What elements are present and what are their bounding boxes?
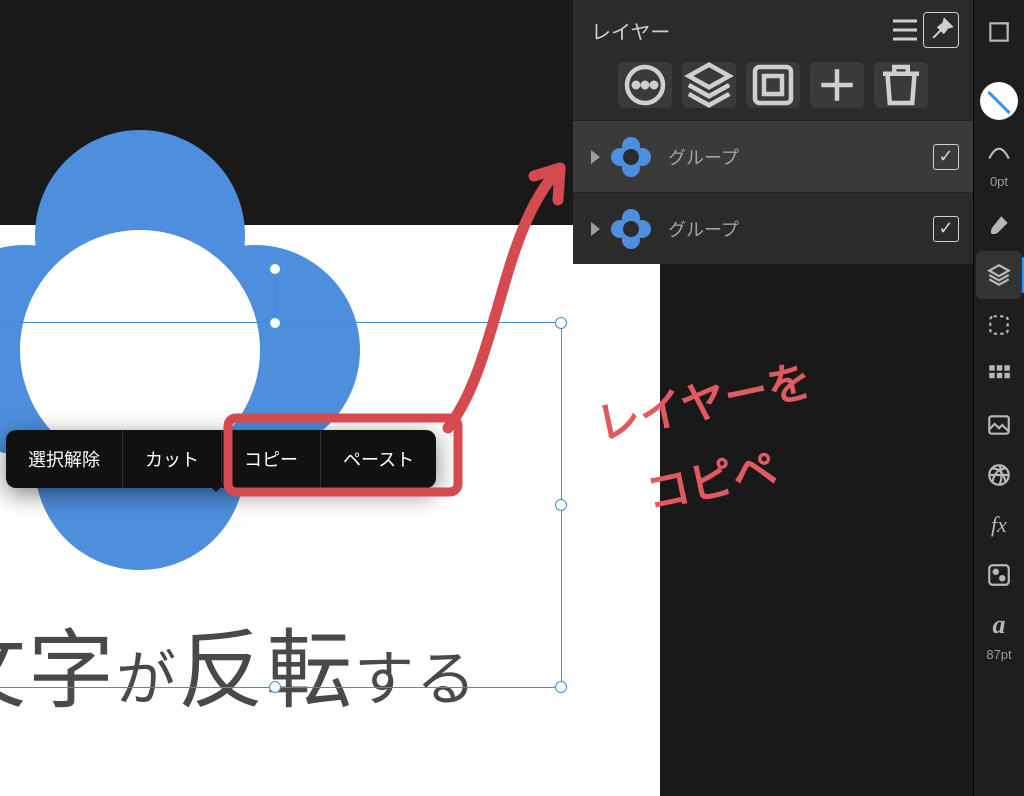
pin-icon[interactable] [923,12,959,48]
resize-handle[interactable] [555,499,567,511]
layer-row[interactable]: グループ ✓ [573,120,973,192]
layer-name: グループ [668,144,933,170]
layers-panel-title: レイヤー [591,16,887,45]
stroke-tool-icon[interactable] [976,128,1022,176]
expand-icon[interactable] [591,222,600,236]
expand-icon[interactable] [591,150,600,164]
layer-thumbnail [610,208,652,250]
layer-name: グループ [668,216,933,242]
layer-options-icon[interactable] [618,62,672,108]
sidebar: 0pt fx a 87pt [973,0,1024,796]
layer-row[interactable]: グループ ✓ [573,192,973,264]
layers-toolbar [573,56,973,120]
brush-tool-icon[interactable] [976,201,1022,249]
fullscreen-icon[interactable] [976,8,1022,56]
resize-handle[interactable] [269,317,281,329]
paste-button[interactable]: ペースト [321,430,436,488]
selection-tool-icon[interactable] [976,301,1022,349]
annotation-text: コピペ [642,444,781,519]
selection-bounds[interactable] [0,322,562,688]
cut-button[interactable]: カット [123,430,222,488]
add-layer-icon[interactable] [810,62,864,108]
layer-visibility-checkbox[interactable]: ✓ [933,144,959,170]
grid-tool-icon[interactable] [976,351,1022,399]
layer-visibility-checkbox[interactable]: ✓ [933,216,959,242]
fx-tool-icon[interactable]: fx [976,501,1022,549]
layers-panel: レイヤー グループ ✓ グループ ✓ [573,0,973,264]
resize-handle[interactable] [555,681,567,693]
text-size-label: 87pt [986,647,1011,662]
text-tool-icon[interactable]: a [976,601,1022,649]
resize-handle[interactable] [269,681,281,693]
adjust-tool-icon[interactable] [976,551,1022,599]
image-tool-icon[interactable] [976,401,1022,449]
resize-handle[interactable] [555,317,567,329]
context-menu: 選択解除 カット コピー ペースト [6,430,436,488]
rotate-handle[interactable] [269,263,281,275]
stroke-size-label: 0pt [990,174,1008,189]
layer-mask-icon[interactable] [746,62,800,108]
layers-panel-header: レイヤー [573,0,973,56]
deselect-button[interactable]: 選択解除 [6,430,123,488]
delete-layer-icon[interactable] [874,62,928,108]
layer-thumbnail [610,136,652,178]
aperture-tool-icon[interactable] [976,451,1022,499]
list-view-icon[interactable] [887,12,923,48]
layers-tool-icon[interactable] [976,251,1022,299]
layer-stack-icon[interactable] [682,62,736,108]
color-swatch[interactable] [980,82,1018,120]
copy-button[interactable]: コピー [222,430,321,488]
